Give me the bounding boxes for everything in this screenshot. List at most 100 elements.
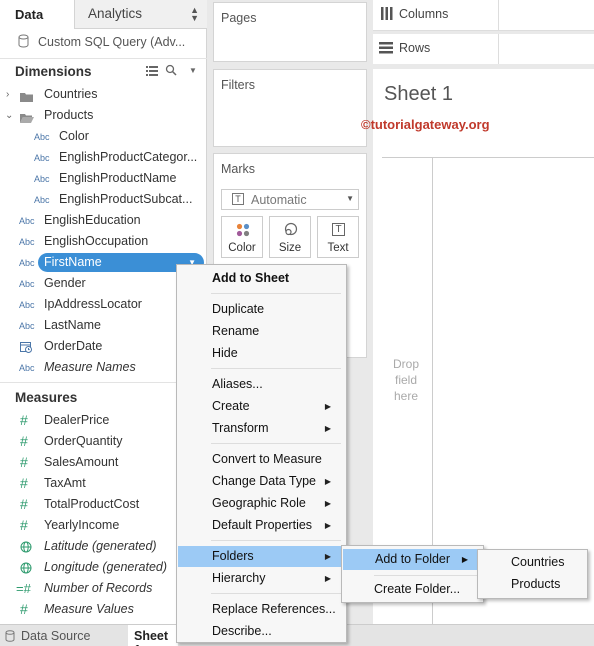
menu-folders[interactable]: Folders ▶ [178,546,345,567]
text-mark-icon: T [332,223,345,236]
abc-icon: Abc [34,195,50,205]
submenu-arrow-icon: ▶ [324,521,331,530]
abc-icon: Abc [19,258,35,268]
field-label: Number of Records [44,581,153,595]
submenu-arrow-icon: ▶ [324,402,331,411]
dimensions-menu-icon[interactable]: ▼ [189,66,197,75]
menu-label: Create [212,399,250,413]
folder-label: Products [44,108,94,122]
menu-folder-products[interactable]: Products [511,574,560,595]
hash-icon: # [20,412,28,428]
menu-separator [374,575,480,576]
drop-field-hint[interactable]: Drop field here [387,356,425,404]
hash-icon: # [20,433,28,449]
field-label: EnglishProductCategor... [59,150,198,164]
color-label: Color [228,242,256,254]
database-icon [5,630,15,645]
menu-duplicate[interactable]: Duplicate [178,299,345,320]
field-label: EnglishProductSubcat... [59,192,193,206]
columns-label: Columns [399,7,449,21]
abc-icon: Abc [19,321,35,331]
abc-icon: Abc [19,279,35,289]
drop-hint-line: Drop [392,357,419,371]
menu-convert-to-measure[interactable]: Convert to Measure [178,449,345,470]
size-button[interactable]: Size [269,216,311,258]
menu-create-folder[interactable]: Create Folder... [374,579,460,600]
menu-add-to-sheet[interactable]: Add to Sheet [178,268,345,289]
menu-describe[interactable]: Describe... [178,621,345,642]
tab-sheet1[interactable]: Sheet 1 [128,625,178,646]
filters-shelf[interactable]: Filters [213,69,367,147]
folders-submenu: Add to Folder ▶ Create Folder... [341,545,484,603]
menu-add-to-folder[interactable]: Add to Folder ▶ [343,549,482,570]
datasource-row[interactable]: Custom SQL Query (Adv... [0,29,207,59]
mark-type-select[interactable]: T Automatic ▼ [221,189,359,210]
folder-products[interactable]: ⌄ Products [0,105,207,126]
field-englishproductcategory[interactable]: Abc EnglishProductCategor... [0,147,207,168]
size-icon [283,222,299,241]
datasource-name: Custom SQL Query (Adv... [38,35,186,49]
marks-title: Marks [221,162,256,176]
hash-icon: # [20,517,28,533]
menu-transform[interactable]: Transform ▶ [178,418,345,439]
field-label: TaxAmt [44,476,86,490]
field-englishoccupation[interactable]: Abc EnglishOccupation [0,231,207,252]
menu-geographic-role[interactable]: Geographic Role ▶ [178,493,345,514]
abc-icon: Abc [19,363,35,373]
menu-rename[interactable]: Rename [178,321,345,342]
field-label: Latitude (generated) [44,539,157,553]
field-englishproductname[interactable]: Abc EnglishProductName [0,168,207,189]
field-label: Measure Names [44,360,136,374]
menu-aliases[interactable]: Aliases... [178,374,345,395]
field-label: IpAddressLocator [44,297,142,311]
sort-arrows-icon: ▲ ▼ [190,5,199,23]
sheet-canvas[interactable]: Sheet 1 ©tutorialgateway.org Drop field … [361,69,594,624]
menu-replace-references[interactable]: Replace References... [178,599,345,620]
color-icon [236,223,250,240]
size-label: Size [278,242,302,254]
list-view-icon[interactable] [146,65,158,79]
menu-hierarchy[interactable]: Hierarchy ▶ [178,568,345,589]
menu-default-properties[interactable]: Default Properties ▶ [178,515,345,536]
submenu-arrow-icon: ▶ [324,499,331,508]
field-label: Color [59,129,89,143]
folder-countries[interactable]: › Countries [0,84,207,105]
chevron-down-icon[interactable]: ⌄ [5,105,13,126]
drop-hint-line: here [393,389,419,403]
pages-shelf[interactable]: Pages [213,2,367,62]
rows-shelf[interactable]: Rows [373,34,594,64]
sheet-title: Sheet 1 [384,83,453,105]
folder-label: Countries [44,87,98,101]
menu-separator [211,593,341,594]
color-button[interactable]: Color [221,216,263,258]
menu-separator [211,540,341,541]
menu-label: Hierarchy [212,571,266,585]
submenu-arrow-icon: ▶ [324,477,331,486]
text-button[interactable]: T Text [317,216,359,258]
dimensions-header: Dimensions [15,64,92,79]
field-englishproductsubcategory[interactable]: Abc EnglishProductSubcat... [0,189,207,210]
field-englisheducation[interactable]: Abc EnglishEducation [0,210,207,231]
abc-icon: Abc [19,216,35,226]
tab-data-source[interactable]: Data Source [0,625,126,646]
menu-folder-countries[interactable]: Countries [511,552,565,573]
menu-separator [211,443,341,444]
hash-icon: # [20,496,28,512]
pages-title: Pages [221,11,257,25]
divider [498,34,499,64]
menu-hide[interactable]: Hide [178,343,345,364]
divider [498,0,499,31]
field-color[interactable]: Abc Color [0,126,207,147]
hash-icon: # [20,475,28,491]
menu-create[interactable]: Create ▶ [178,396,345,417]
columns-shelf[interactable]: Columns [373,0,594,31]
menu-change-data-type[interactable]: Change Data Type ▶ [178,471,345,492]
search-icon[interactable] [165,64,177,79]
chevron-right-icon[interactable]: › [6,84,9,105]
columns-icon [381,7,393,23]
tab-analytics[interactable]: Analytics ▲ ▼ [74,0,207,29]
tab-label: Sheet 1 [134,629,169,646]
tab-data[interactable]: Data [0,0,74,29]
submenu-arrow-icon: ▶ [324,552,331,561]
hash-icon: # [20,601,28,617]
